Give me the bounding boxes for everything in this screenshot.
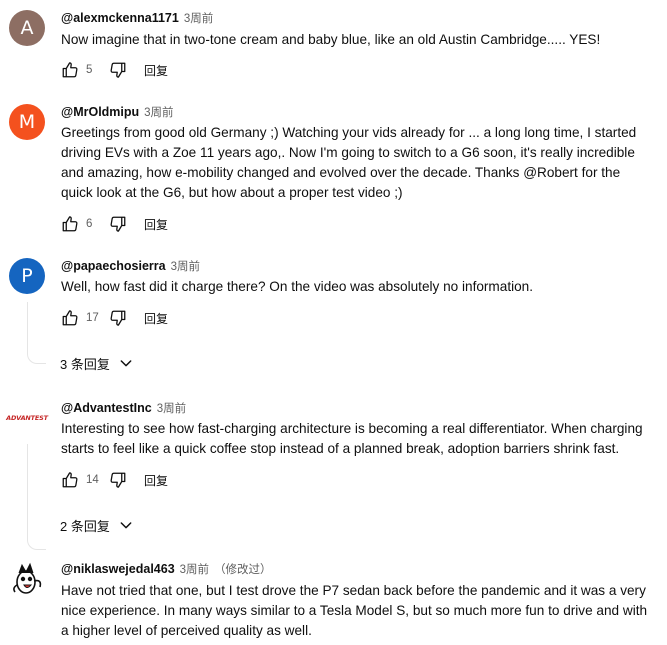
thumb-down-icon[interactable] — [108, 60, 128, 80]
comment-actions: 6 回复 — [60, 212, 168, 236]
thumb-down-icon[interactable] — [108, 308, 128, 328]
reply-button[interactable]: 回复 — [144, 310, 168, 327]
thumb-down-icon[interactable] — [108, 470, 128, 490]
reply-button[interactable]: 回复 — [144, 216, 168, 233]
thumb-up-icon[interactable] — [60, 308, 80, 328]
comment-author[interactable]: @AdvantestInc — [61, 401, 152, 415]
comment-time[interactable]: 3周前 — [184, 13, 213, 25]
comment-text: Interesting to see how fast-charging arc… — [61, 421, 643, 456]
comment-text: Well, how fast did it charge there? On t… — [61, 279, 534, 294]
avatar[interactable]: P — [9, 258, 45, 294]
comment-header: @niklaswejedal463 3周前 （修改过） — [61, 561, 272, 578]
comment-actions: 17 回复 — [60, 306, 168, 330]
replies-count-label: 3 条回复 — [60, 356, 110, 372]
view-replies-button[interactable]: 3 条回复 — [60, 352, 134, 374]
avatar[interactable]: A — [9, 10, 45, 46]
comment-time[interactable]: 3周前 — [171, 261, 200, 273]
thumb-up-icon[interactable] — [60, 470, 80, 490]
comment-time[interactable]: 3周前 — [144, 107, 173, 119]
replies-count-label: 2 条回复 — [60, 518, 110, 534]
edited-label: （修改过） — [214, 564, 272, 576]
chevron-down-icon — [118, 355, 134, 371]
thumb-up-icon[interactable] — [60, 214, 80, 234]
like-count: 6 — [86, 218, 93, 230]
avatar[interactable]: M — [9, 104, 45, 140]
thumb-down-icon[interactable] — [108, 214, 128, 234]
comment-author[interactable]: @niklaswejedal463 — [61, 562, 175, 576]
comment-header: @AdvantestInc 3周前 — [61, 400, 186, 417]
avatar[interactable]: ADVANTEST — [6, 400, 48, 436]
view-replies-button[interactable]: 2 条回复 — [60, 514, 134, 536]
comment-text: Greetings from good old Germany ;) Watch… — [61, 125, 637, 200]
like-count: 17 — [86, 312, 99, 324]
comment-text: Now imagine that in two-tone cream and b… — [61, 32, 601, 47]
reply-button[interactable]: 回复 — [144, 472, 168, 489]
comment-header: @alexmckenna1171 3周前 — [61, 10, 213, 27]
comment-actions: 14 回复 — [60, 468, 168, 492]
comment-author[interactable]: @MrOldmipu — [61, 105, 139, 119]
cartoon-bird-avatar-icon — [13, 562, 42, 594]
comment-header: @papaechosierra 3周前 — [61, 258, 200, 275]
comment-actions: 5 回复 — [60, 58, 168, 82]
thread-line — [27, 444, 46, 550]
comment-author[interactable]: @papaechosierra — [61, 259, 166, 273]
comment-time[interactable]: 3周前 — [157, 403, 186, 415]
chevron-down-icon — [118, 517, 134, 533]
thumb-up-icon[interactable] — [60, 60, 80, 80]
comment-text: Have not tried that one, but I test drov… — [61, 583, 648, 638]
comment-header: @MrOldmipu 3周前 — [61, 104, 174, 121]
comment-time[interactable]: 3周前 — [180, 564, 209, 576]
like-count: 5 — [86, 64, 93, 76]
like-count: 14 — [86, 474, 99, 486]
avatar[interactable] — [9, 561, 45, 597]
thread-line — [27, 302, 46, 364]
comment-author[interactable]: @alexmckenna1171 — [61, 11, 179, 25]
reply-button[interactable]: 回复 — [144, 62, 168, 79]
advantest-logo-icon: ADVANTEST — [6, 414, 48, 422]
